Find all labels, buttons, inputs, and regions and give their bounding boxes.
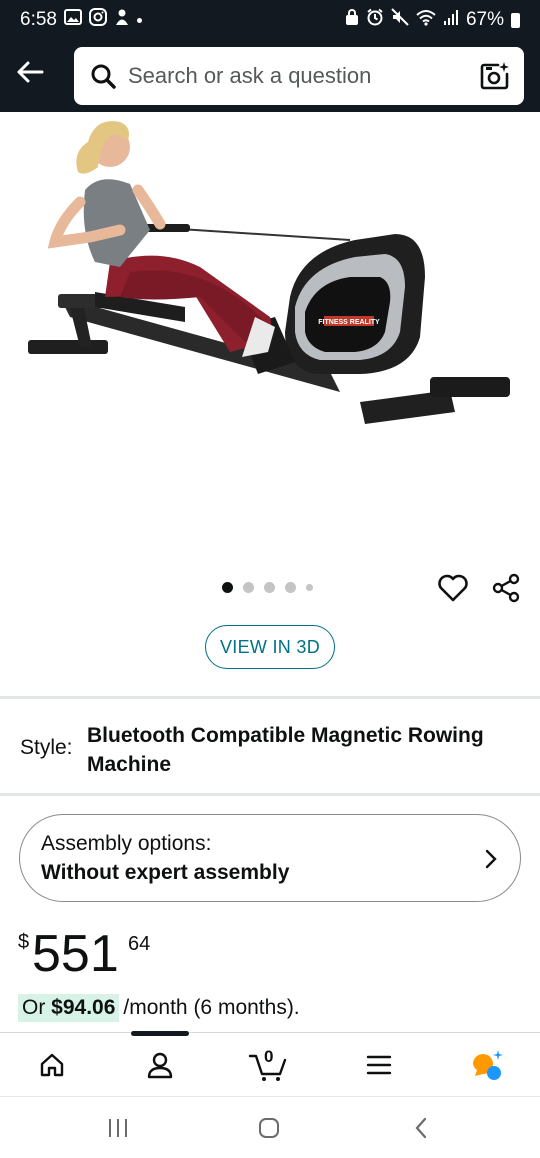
account-icon xyxy=(147,1052,173,1079)
status-left: 6:58 xyxy=(20,8,142,32)
style-value: Bluetooth Compatible Magnetic Rowing Mac… xyxy=(87,724,484,776)
menu-icon xyxy=(366,1055,392,1075)
monthly-highlight: Or $94.06 xyxy=(18,994,120,1022)
battery-icon xyxy=(511,12,520,28)
view-in-3d-button[interactable]: VIEW IN 3D xyxy=(205,625,335,669)
price-fraction: 64 xyxy=(128,933,151,955)
nav-cart[interactable]: 0 xyxy=(246,1045,290,1085)
rowing-machine-photo: FITNESS REALITY xyxy=(28,121,510,424)
price-whole: 551 xyxy=(32,925,119,983)
monthly-prefix: Or xyxy=(22,996,52,1019)
recents-button[interactable] xyxy=(98,1113,138,1143)
monthly-rest: /month (6 months). xyxy=(123,996,300,1019)
instagram-icon xyxy=(88,8,107,32)
gallery-icon xyxy=(63,9,82,31)
nav-active-indicator xyxy=(131,1031,189,1036)
monthly-payment: Or $94.06 /month (6 months). xyxy=(18,994,300,1022)
battery-text: 67% xyxy=(465,9,504,30)
cart-count: 0 xyxy=(264,1047,274,1066)
chevron-right-icon xyxy=(485,849,497,869)
notification-dot xyxy=(136,17,142,23)
vpn-icon xyxy=(345,8,359,32)
rufus-icon xyxy=(473,1050,503,1080)
carousel-dot[interactable] xyxy=(222,582,233,593)
nav-account[interactable] xyxy=(138,1045,182,1085)
carousel-dot[interactable] xyxy=(243,582,254,593)
nav-rufus[interactable] xyxy=(465,1045,509,1085)
share-icon xyxy=(492,573,520,603)
heart-icon xyxy=(438,574,468,602)
signal-icon xyxy=(443,9,459,32)
brand-logo-text: FITNESS REALITY xyxy=(318,319,380,326)
nav-home[interactable] xyxy=(30,1045,74,1085)
assembly-options-button[interactable]: Assembly options: Without expert assembl… xyxy=(19,814,521,902)
chevron-left-icon xyxy=(415,1117,427,1139)
alarm-icon xyxy=(366,8,384,32)
search-icon xyxy=(91,64,116,89)
assembly-value: Without expert assembly xyxy=(41,861,290,884)
carousel-dots[interactable] xyxy=(222,582,313,593)
divider xyxy=(0,696,540,699)
home-circle-icon xyxy=(259,1118,279,1138)
wifi-icon xyxy=(416,9,436,32)
status-bar: 6:58 67% xyxy=(0,0,540,40)
bottom-nav: 0 xyxy=(0,1031,540,1096)
arrow-left-icon xyxy=(17,61,44,83)
home-button[interactable] xyxy=(249,1113,289,1143)
nav-menu[interactable] xyxy=(357,1045,401,1085)
monthly-amount: $94.06 xyxy=(51,996,116,1019)
app-icon xyxy=(114,8,130,32)
carousel-dot[interactable] xyxy=(264,582,275,593)
assembly-title: Assembly options: xyxy=(41,832,212,855)
recents-icon xyxy=(109,1119,127,1137)
style-label: Style: xyxy=(20,736,73,759)
back-button[interactable] xyxy=(10,52,50,92)
product-image[interactable]: FITNESS REALITY xyxy=(0,112,540,562)
wishlist-button[interactable] xyxy=(436,572,470,604)
camera-search-icon xyxy=(480,62,509,90)
price-symbol: $ xyxy=(18,931,30,953)
status-right: 67% xyxy=(345,8,520,32)
back-nav-button[interactable] xyxy=(401,1113,441,1143)
share-button[interactable] xyxy=(490,572,522,604)
status-time: 6:58 xyxy=(20,9,57,30)
search-header xyxy=(0,40,540,112)
search-input[interactable] xyxy=(128,63,480,89)
carousel-dot[interactable] xyxy=(306,584,313,591)
camera-search-button[interactable] xyxy=(480,61,510,91)
carousel-dot[interactable] xyxy=(285,582,296,593)
home-icon xyxy=(40,1053,64,1077)
system-nav xyxy=(0,1096,540,1158)
search-box[interactable] xyxy=(74,47,524,105)
mute-icon xyxy=(391,8,409,32)
divider xyxy=(0,793,540,796)
